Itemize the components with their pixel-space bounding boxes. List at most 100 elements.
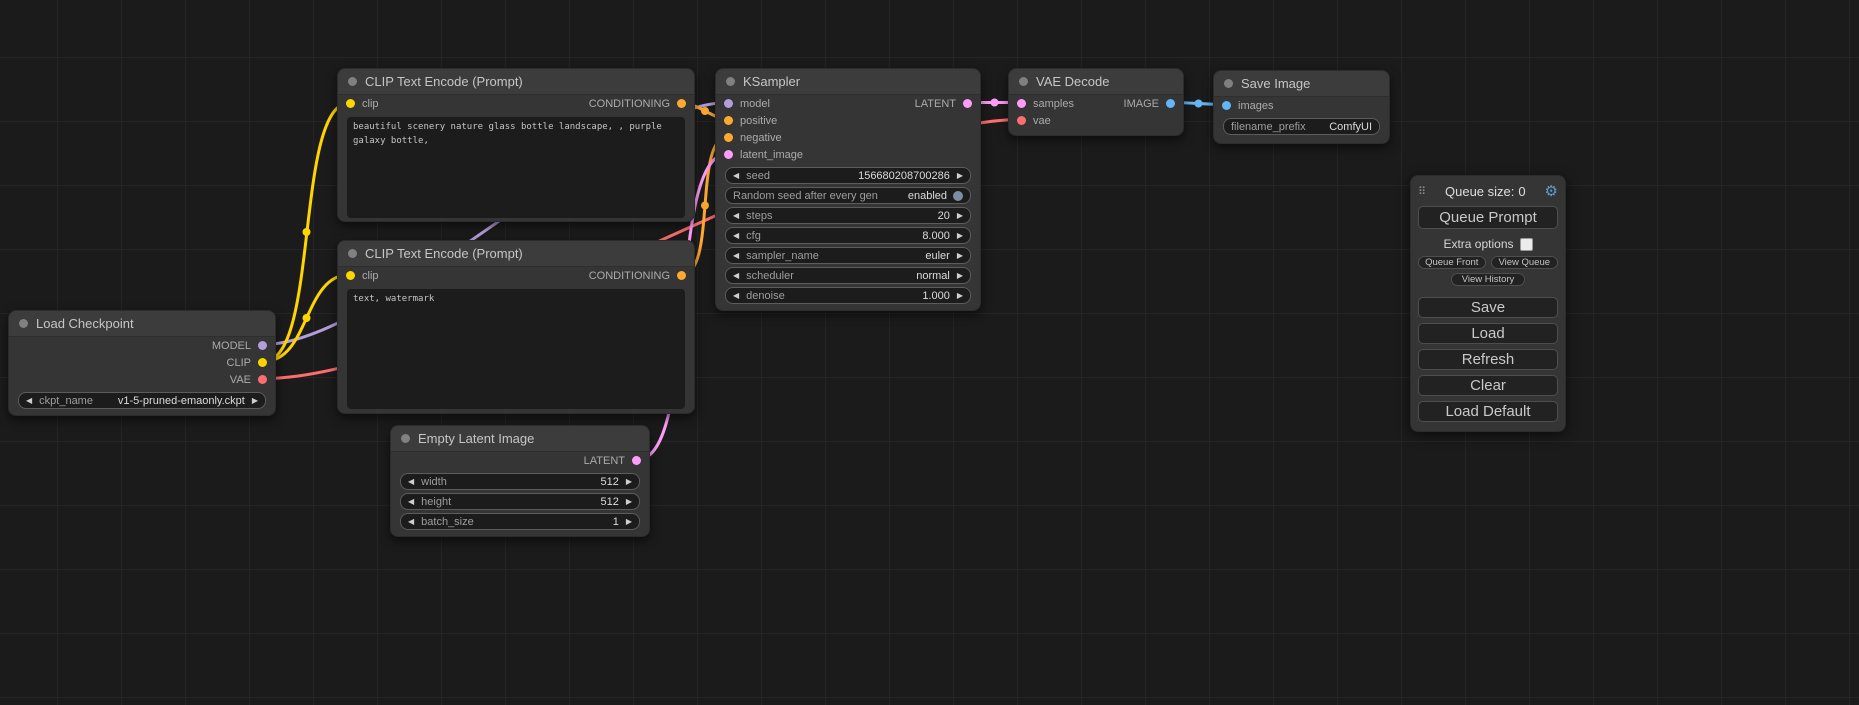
widget-decrement-arrow-icon[interactable]: ◀ <box>26 397 32 405</box>
widget-denoise[interactable]: ◀ denoise 1.000 ▶ <box>725 287 971 304</box>
widget-decrement-arrow-icon[interactable]: ◀ <box>733 272 739 280</box>
collapse-dot-icon[interactable] <box>1019 77 1028 86</box>
collapse-dot-icon[interactable] <box>1224 79 1233 88</box>
slot-row: MODEL <box>9 337 275 354</box>
positive-prompt-textarea[interactable]: beautiful scenery nature glass bottle la… <box>347 117 685 218</box>
widget-random-seed-toggle[interactable]: Random seed after every gen enabled <box>725 187 971 204</box>
extra-options-row: Extra options <box>1418 237 1558 251</box>
view-history-button[interactable]: View History <box>1451 273 1525 286</box>
slot-row: clip CONDITIONING <box>338 267 694 284</box>
save-button[interactable]: Save <box>1418 297 1558 318</box>
slot-row: vae <box>1009 112 1183 129</box>
widget-decrement-arrow-icon[interactable]: ◀ <box>408 478 414 486</box>
input-slot-clip[interactable] <box>346 271 355 280</box>
collapse-dot-icon[interactable] <box>401 434 410 443</box>
widget-height[interactable]: ◀ height 512 ▶ <box>400 493 640 510</box>
input-slot-clip[interactable] <box>346 99 355 108</box>
node-title-bar[interactable]: CLIP Text Encode (Prompt) <box>338 241 694 267</box>
widget-scheduler[interactable]: ◀ scheduler normal ▶ <box>725 267 971 284</box>
queue-prompt-button[interactable]: Queue Prompt <box>1418 206 1558 229</box>
widget-increment-arrow-icon[interactable]: ▶ <box>957 272 963 280</box>
output-slot-label: MODEL <box>212 340 251 352</box>
widget-decrement-arrow-icon[interactable]: ◀ <box>733 292 739 300</box>
widget-steps[interactable]: ◀ steps 20 ▶ <box>725 207 971 224</box>
output-slot-conditioning[interactable] <box>677 271 686 280</box>
output-slot-vae[interactable] <box>258 375 267 384</box>
input-slot-samples[interactable] <box>1017 99 1026 108</box>
extra-options-checkbox[interactable] <box>1520 238 1533 251</box>
input-slot-vae[interactable] <box>1017 116 1026 125</box>
widget-increment-arrow-icon[interactable]: ▶ <box>957 172 963 180</box>
widget-seed[interactable]: ◀ seed 156680208700286 ▶ <box>725 167 971 184</box>
view-queue-button[interactable]: View Queue <box>1491 256 1559 269</box>
collapse-dot-icon[interactable] <box>348 249 357 258</box>
widget-filename-prefix[interactable]: filename_prefix ComfyUI <box>1223 118 1380 135</box>
widget-name: steps <box>746 210 772 222</box>
node-title-bar[interactable]: CLIP Text Encode (Prompt) <box>338 69 694 95</box>
collapse-dot-icon[interactable] <box>726 77 735 86</box>
refresh-button[interactable]: Refresh <box>1418 349 1558 370</box>
collapse-dot-icon[interactable] <box>19 319 28 328</box>
queue-actions-row: Queue Front View Queue <box>1418 256 1558 269</box>
output-slot-latent[interactable] <box>963 99 972 108</box>
node-title-bar[interactable]: Save Image <box>1214 71 1389 97</box>
input-slot-images[interactable] <box>1222 101 1231 110</box>
input-slot-latent-image[interactable] <box>724 150 733 159</box>
node-load-checkpoint[interactable]: Load Checkpoint MODEL CLIP VAE ◀ ckpt_na… <box>8 310 276 416</box>
widget-decrement-arrow-icon[interactable]: ◀ <box>733 232 739 240</box>
widget-decrement-arrow-icon[interactable]: ◀ <box>408 498 414 506</box>
widget-decrement-arrow-icon[interactable]: ◀ <box>733 212 739 220</box>
widget-increment-arrow-icon[interactable]: ▶ <box>252 397 258 405</box>
widget-increment-arrow-icon[interactable]: ▶ <box>957 212 963 220</box>
output-slot-clip[interactable] <box>258 358 267 367</box>
widget-value: euler <box>925 250 949 262</box>
widget-increment-arrow-icon[interactable]: ▶ <box>957 252 963 260</box>
node-clip-text-encode-negative[interactable]: CLIP Text Encode (Prompt) clip CONDITION… <box>337 240 695 414</box>
input-slot-model[interactable] <box>724 99 733 108</box>
slot-row: samples IMAGE <box>1009 95 1183 112</box>
node-title-bar[interactable]: Empty Latent Image <box>391 426 649 452</box>
widget-value: 8.000 <box>922 230 950 242</box>
node-save-image[interactable]: Save Image images filename_prefix ComfyU… <box>1213 70 1390 144</box>
widget-name: height <box>421 496 451 508</box>
output-slot-conditioning[interactable] <box>677 99 686 108</box>
load-button[interactable]: Load <box>1418 323 1558 344</box>
widget-increment-arrow-icon[interactable]: ▶ <box>957 232 963 240</box>
input-slot-negative[interactable] <box>724 133 733 142</box>
negative-prompt-textarea[interactable]: text, watermark <box>347 289 685 409</box>
node-clip-text-encode-positive[interactable]: CLIP Text Encode (Prompt) clip CONDITION… <box>337 68 695 222</box>
node-vae-decode[interactable]: VAE Decode samples IMAGE vae <box>1008 68 1184 136</box>
widget-increment-arrow-icon[interactable]: ▶ <box>626 498 632 506</box>
settings-gear-icon[interactable]: ⚙ <box>1545 184 1558 199</box>
widget-ckpt-name[interactable]: ◀ ckpt_name v1-5-pruned-emaonly.ckpt ▶ <box>18 392 266 409</box>
node-title-bar[interactable]: KSampler <box>716 69 980 95</box>
widget-increment-arrow-icon[interactable]: ▶ <box>957 292 963 300</box>
output-slot-model[interactable] <box>258 341 267 350</box>
widget-sampler-name[interactable]: ◀ sampler_name euler ▶ <box>725 247 971 264</box>
node-title-bar[interactable]: Load Checkpoint <box>9 311 275 337</box>
toggle-dot-icon[interactable] <box>953 191 963 201</box>
widget-decrement-arrow-icon[interactable]: ◀ <box>733 252 739 260</box>
node-title-bar[interactable]: VAE Decode <box>1009 69 1183 95</box>
load-default-button[interactable]: Load Default <box>1418 401 1558 422</box>
widget-increment-arrow-icon[interactable]: ▶ <box>626 518 632 526</box>
input-slot-positive[interactable] <box>724 116 733 125</box>
widget-batch-size[interactable]: ◀ batch_size 1 ▶ <box>400 513 640 530</box>
widget-increment-arrow-icon[interactable]: ▶ <box>626 478 632 486</box>
clear-button[interactable]: Clear <box>1418 375 1558 396</box>
widget-name: batch_size <box>421 516 474 528</box>
collapse-dot-icon[interactable] <box>348 77 357 86</box>
queue-front-button[interactable]: Queue Front <box>1418 256 1486 269</box>
output-slot-image[interactable] <box>1166 99 1175 108</box>
widget-name: seed <box>746 170 770 182</box>
widget-cfg[interactable]: ◀ cfg 8.000 ▶ <box>725 227 971 244</box>
widget-width[interactable]: ◀ width 512 ▶ <box>400 473 640 490</box>
node-empty-latent-image[interactable]: Empty Latent Image LATENT ◀ width 512 ▶ … <box>390 425 650 537</box>
input-slot-label: positive <box>740 115 777 127</box>
widget-decrement-arrow-icon[interactable]: ◀ <box>733 172 739 180</box>
drag-handle-icon[interactable]: ⠿ <box>1418 185 1426 198</box>
node-ksampler[interactable]: KSampler model LATENT positive negative … <box>715 68 981 311</box>
widget-decrement-arrow-icon[interactable]: ◀ <box>408 518 414 526</box>
node-title: Empty Latent Image <box>418 431 534 446</box>
output-slot-latent[interactable] <box>632 456 641 465</box>
